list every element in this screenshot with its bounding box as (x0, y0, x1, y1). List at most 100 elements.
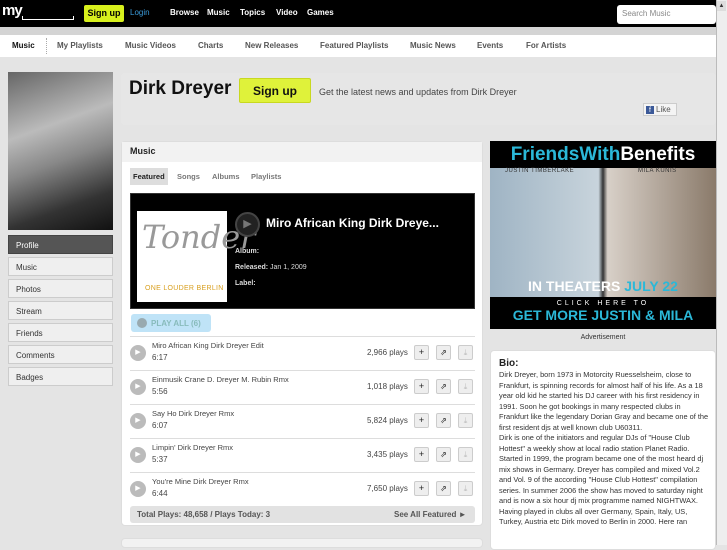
track-name[interactable]: Einmusik Crane D. Dreyer M. Rubin Rmx (152, 375, 289, 384)
track-duration: 6:07 (152, 421, 168, 430)
nav-topics[interactable]: Topics (240, 8, 265, 17)
track-duration: 5:56 (152, 387, 168, 396)
ad-title-with: With (579, 144, 621, 165)
bio-paragraph: Dirk Dreyer, born 1973 in Motorcity Rues… (499, 370, 709, 432)
advertisement-label: Advertisement (580, 334, 626, 341)
play-icon[interactable]: ▶ (130, 345, 146, 361)
track-row: ▶ Miro African King Dirk Dreyer Edit 6:1… (130, 336, 475, 370)
artist-photo (8, 72, 113, 230)
released-value: Jan 1, 2009 (270, 264, 307, 271)
logo[interactable]: my (2, 2, 23, 19)
next-panel (121, 538, 483, 548)
add-icon[interactable]: + (414, 379, 429, 394)
subnav-music-videos[interactable]: Music Videos (125, 41, 176, 50)
bio-title: Bio: (499, 358, 519, 369)
play-icon[interactable]: ▶ (130, 413, 146, 429)
sidebar-item-friends[interactable]: Friends (8, 323, 113, 342)
nav-browse[interactable]: Browse (170, 8, 199, 17)
add-icon[interactable]: + (414, 413, 429, 428)
released-label: Released: (235, 264, 269, 271)
download-icon[interactable]: ⤓ (458, 447, 473, 462)
bio-paragraph: Having played in clubs all over Germany,… (499, 506, 688, 527)
featured-song-title[interactable]: Miro African King Dirk Dreye... (266, 216, 439, 230)
bio-paragraph: Dirk is one of the initiators and regula… (499, 433, 704, 505)
ad-theaters-text: IN THEATERS (528, 278, 621, 294)
share-icon[interactable]: ⇗ (436, 481, 451, 496)
track-duration: 6:17 (152, 353, 168, 362)
subnav-new-releases[interactable]: New Releases (245, 41, 298, 50)
ad-actor-2: MILA KUNIS (638, 168, 677, 174)
subnav-featured-playlists[interactable]: Featured Playlists (320, 41, 388, 50)
download-icon[interactable]: ⤓ (458, 413, 473, 428)
play-all-label: PLAY ALL (6) (151, 319, 201, 328)
sidebar-item-music[interactable]: Music (8, 257, 113, 276)
subnav-charts[interactable]: Charts (198, 41, 223, 50)
ad-date: JULY 22 (624, 278, 678, 294)
tab-albums[interactable]: Albums (209, 168, 243, 185)
label-label: Label: (235, 280, 256, 287)
bio-text: Dirk Dreyer, born 1973 in Motorcity Rues… (499, 370, 709, 528)
scrollbar[interactable] (716, 0, 727, 545)
download-icon[interactable]: ⤓ (458, 379, 473, 394)
add-icon[interactable]: + (414, 345, 429, 360)
nav-video[interactable]: Video (276, 8, 298, 17)
track-name[interactable]: Miro African King Dirk Dreyer Edit (152, 341, 264, 350)
sidebar-item-comments[interactable]: Comments (8, 345, 113, 364)
ad-title-friends: Friends (510, 144, 580, 165)
tab-featured[interactable]: Featured (130, 168, 168, 185)
track-plays: 2,966 plays (367, 348, 408, 357)
nav-games[interactable]: Games (307, 8, 334, 17)
signup-button[interactable]: Sign up (84, 5, 124, 22)
label-info: Label: (235, 280, 256, 287)
play-icon[interactable]: ▶ (130, 379, 146, 395)
tab-playlists[interactable]: Playlists (248, 168, 284, 185)
share-icon[interactable]: ⇗ (436, 379, 451, 394)
ad-release: IN THEATERS JULY 22 (490, 278, 716, 294)
sidebar-item-profile[interactable]: Profile (8, 235, 113, 254)
music-panel-title: Music (130, 146, 156, 156)
sidebar-item-photos[interactable]: Photos (8, 279, 113, 298)
subnav-music[interactable]: Music (12, 41, 35, 50)
track-name[interactable]: You're Mine Dirk Dreyer Rmx (152, 477, 249, 486)
sidebar-item-badges[interactable]: Badges (8, 367, 113, 386)
subnav-for-artists[interactable]: For Artists (526, 41, 566, 50)
ad-cta[interactable]: CLICK HERE TO GET MORE JUSTIN & MILA (490, 297, 716, 329)
signup-tagline: Get the latest news and updates from Dir… (319, 87, 517, 97)
ad-get-more-text: GET MORE JUSTIN & MILA (512, 307, 694, 323)
total-plays: Total Plays: 48,658 / Plays Today: 3 (137, 510, 271, 519)
artist-signup-button[interactable]: Sign up (239, 78, 311, 103)
add-icon[interactable]: + (414, 447, 429, 462)
track-duration: 6:44 (152, 489, 168, 498)
search-input[interactable]: Search Music (617, 5, 716, 24)
nav-music[interactable]: Music (207, 8, 230, 17)
play-icon[interactable]: ▶ (130, 481, 146, 497)
track-plays: 5,824 plays (367, 416, 408, 425)
divider-strip (0, 27, 716, 35)
login-link[interactable]: Login (130, 8, 150, 17)
share-icon[interactable]: ⇗ (436, 447, 451, 462)
track-row: ▶ You're Mine Dirk Dreyer Rmx 6:44 7,650… (130, 472, 475, 506)
download-icon[interactable]: ⤓ (458, 481, 473, 496)
tab-songs[interactable]: Songs (174, 168, 203, 185)
track-name[interactable]: Say Ho Dirk Dreyer Rmx (152, 409, 234, 418)
share-icon[interactable]: ⇗ (436, 345, 451, 360)
logo-underline (22, 16, 74, 20)
add-icon[interactable]: + (414, 481, 429, 496)
see-all-featured-link[interactable]: See All Featured ► (394, 510, 467, 519)
track-plays: 1,018 plays (367, 382, 408, 391)
sidebar-item-stream[interactable]: Stream (8, 301, 113, 320)
ad-actor-1: JUSTIN TIMBERLAKE (505, 168, 575, 174)
play-icon[interactable]: ▶ (130, 447, 146, 463)
share-icon[interactable]: ⇗ (436, 413, 451, 428)
like-label: Like (656, 105, 671, 114)
subnav-music-news[interactable]: Music News (410, 41, 456, 50)
scroll-up-arrow-icon[interactable]: ▲ (717, 1, 726, 11)
subnav-events[interactable]: Events (477, 41, 503, 50)
download-icon[interactable]: ⤓ (458, 345, 473, 360)
subnav-my-playlists[interactable]: My Playlists (57, 41, 103, 50)
featured-play-icon[interactable]: ▶ (235, 212, 260, 237)
track-row: ▶ Say Ho Dirk Dreyer Rmx 6:07 5,824 play… (130, 404, 475, 438)
track-name[interactable]: Limpin' Dirk Dreyer Rmx (152, 443, 233, 452)
facebook-like-button[interactable]: f Like (643, 103, 677, 116)
play-all-button[interactable]: PLAY ALL (6) (131, 314, 211, 332)
